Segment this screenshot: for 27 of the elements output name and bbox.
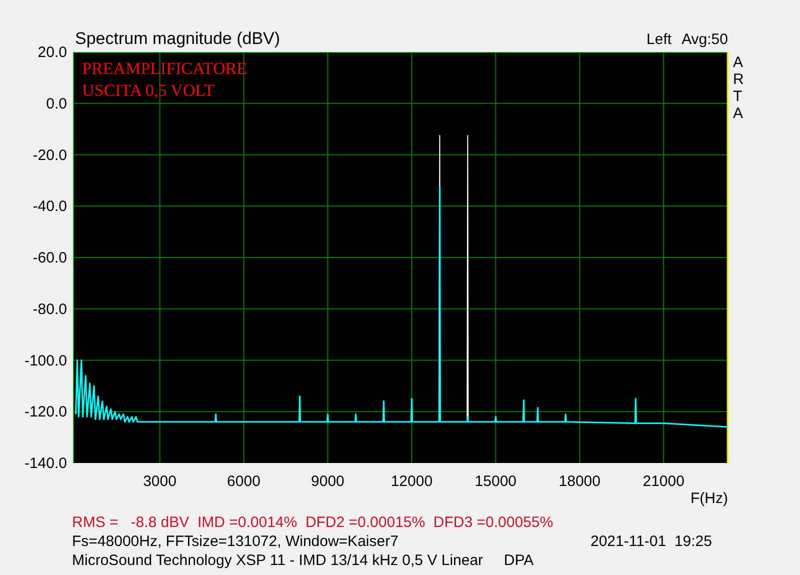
y-tick-label: -20.0	[32, 146, 67, 164]
x-tick-label: 3000	[143, 473, 176, 490]
y-tick-label: 0.0	[46, 95, 67, 112]
x-tick-label: 12000	[390, 473, 433, 490]
y-tick-label: -100.0	[24, 352, 67, 370]
y-tick-label: -40.0	[32, 198, 67, 216]
channel-label: Left	[646, 31, 672, 48]
x-tick-label: 18000	[558, 473, 600, 490]
x-tick-label: 21000	[642, 473, 684, 490]
y-tick-label: -60.0	[32, 250, 67, 266]
chart-title: Spectrum magnitude (dBV)	[75, 29, 280, 48]
y-tick-label: -120.0	[24, 404, 67, 421]
plot-note: USCITA 0,5 VOLT	[82, 81, 214, 100]
settings-text: Fs=48000Hz, FFTsize=131072, Window=Kaiser7	[72, 532, 398, 551]
axis-label: F(Hz)	[690, 490, 728, 507]
x-tick-label: 15000	[474, 473, 517, 490]
measurements-text: RMS = -8.8 dBV IMD =0.0014% DFD2 =0.00015% DFD3 =0.00055%	[72, 514, 554, 531]
plot-note: PREAMPLIFICATORE	[82, 59, 247, 78]
timestamp: 2021-11-01 19:25	[590, 532, 712, 551]
x-tick-label: 9000	[311, 473, 344, 490]
description-text: MicroSound Technology XSP 11 - IMD 13/14 kHz 0,5 V Linear DPA	[72, 552, 534, 569]
side-label: ARTA	[733, 54, 744, 122]
y-tick-label: -140.0	[24, 455, 67, 472]
y-tick-label: -80.0	[32, 300, 67, 318]
y-tick-label: 20.0	[38, 44, 67, 61]
average-label: Avg:50	[682, 31, 728, 48]
x-tick-label: 6000	[227, 473, 260, 490]
